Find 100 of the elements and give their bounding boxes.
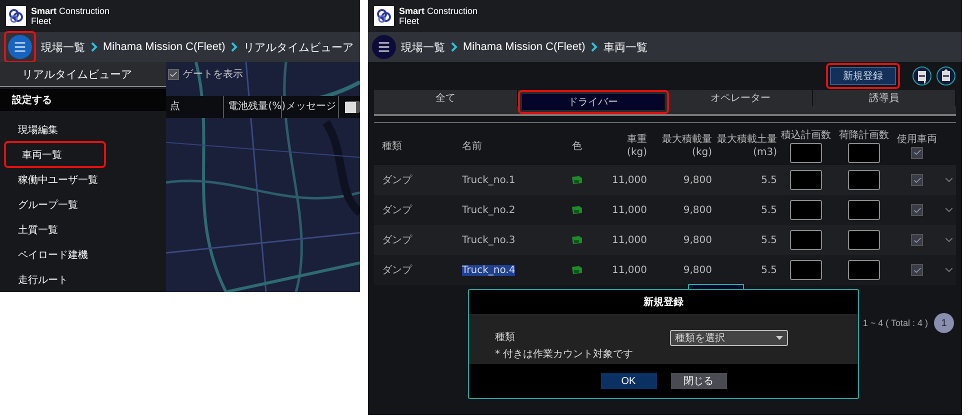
pagination-range: 1 ~ 4 ( Total : 4 ) [862,318,928,328]
column-header: 最大積載土量 [717,134,777,145]
table-cell: 9,800 [683,264,712,276]
table-cell: 9,800 [683,204,712,216]
plan-count-field[interactable] [790,230,822,250]
dialog-title: 新規登録 [642,295,684,310]
field-label: 種類 [495,330,516,344]
plan-count-field[interactable] [848,200,880,220]
plan-count-field[interactable] [848,260,880,280]
check-icon [912,176,922,184]
table-cell-text: ダンプ [382,174,412,187]
table-cell: 5.5 [761,204,777,216]
table-cell: 11,000 [612,204,647,216]
field-note: * 付きは作業カウント対象です [495,348,634,361]
column-header: 荷降計画数 [839,130,889,140]
dropdown-caret-icon [776,336,783,340]
brand-subtitle: Fleet [31,16,52,26]
breadcrumb-link[interactable]: Mihama Mission C(Fleet) [103,41,226,53]
check-icon [912,148,922,157]
plan-count-field[interactable] [848,170,880,190]
check-icon [912,206,922,214]
table-cell: 11,000 [612,174,647,186]
table-cell: Truck_no.2 [462,204,516,216]
table-cell: 9,800 [683,234,712,246]
menu-icon [13,40,27,54]
toggle-switch[interactable] [344,101,360,113]
table-cell: 11,000 [612,264,647,276]
plan-count-field[interactable] [790,142,822,162]
column-header: 最大積載量 [662,134,712,145]
column-header: 積込計画数 [781,130,831,140]
check-icon [912,266,922,274]
table-cell: 5.5 [761,174,777,186]
menu-item[interactable]: ペイロード建機 [4,245,106,264]
menu-item[interactable]: 現場編集 [4,120,106,139]
new-registration-button[interactable]: 新規登録 [830,67,896,85]
in-use-checkbox[interactable] [911,174,923,186]
in-use-checkbox[interactable] [911,234,923,246]
breadcrumb-link[interactable]: 現場一覧 [401,40,445,54]
select-all-checkbox[interactable] [911,146,923,158]
column-header: 名前 [462,140,482,152]
plan-count-field[interactable] [848,142,880,162]
table-cell: 11,000 [612,234,647,246]
column-header: 車重 [627,134,647,145]
brand-subtitle: Fleet [399,16,420,26]
close-button[interactable]: 閉じる [670,373,726,389]
column-header: 使用車両 [897,134,937,144]
table-cell-text: ダンプ [382,204,412,217]
page-button[interactable]: 1 [934,313,954,333]
table-cell: 5.5 [761,234,777,246]
tab[interactable]: ドライバー [522,94,665,110]
menu-item[interactable]: 走行ルート [4,270,106,289]
column-unit: (m3) [753,147,777,158]
table-cell: Truck_no.3 [462,234,516,246]
truck-icon [571,174,583,186]
menu-item[interactable]: 稼働中ユーザ一覧 [4,170,106,189]
breadcrumb-link[interactable]: Mihama Mission C(Fleet) [463,41,586,53]
chevron-right-icon [90,42,98,52]
menu-button[interactable] [372,35,396,59]
menu-icon [377,40,391,54]
logo-icon [374,6,394,26]
file-icon[interactable] [912,66,932,86]
menu-item[interactable]: 車両一覧 [8,145,102,164]
check-icon [169,70,178,78]
column-header: 種類 [382,140,402,152]
brand-name: Smart Construction [399,6,478,16]
logo-icon [6,6,26,26]
plan-count-field[interactable] [848,230,880,250]
in-use-checkbox[interactable] [911,264,923,276]
column-unit: (kg) [692,147,712,158]
menu-item[interactable]: グループ一覧 [4,195,106,214]
breadcrumb-link[interactable]: 現場一覧 [41,40,85,54]
chevron-right-icon [230,42,238,52]
type-select[interactable]: 種類を選択 [670,330,788,346]
file-icon[interactable] [936,66,956,86]
truck-icon [571,264,583,276]
truck-icon [571,204,583,216]
menu-section-title: 設定する [0,89,166,111]
plan-count-field[interactable] [790,170,822,190]
brand-name: Smart Construction [31,6,110,16]
menu-item[interactable]: 土質一覧 [4,220,106,239]
table-cell: Truck_no.4 [462,264,516,276]
table-cell-text: ダンプ [382,264,412,277]
plan-count-field[interactable] [790,260,822,280]
chevron-right-icon [450,42,458,52]
gate-checkbox[interactable] [168,68,179,80]
table-cell: 9,800 [683,174,712,186]
in-use-checkbox[interactable] [911,204,923,216]
check-icon [912,236,922,244]
table-cell: 5.5 [761,264,777,276]
chevron-right-icon [590,42,598,52]
tab[interactable]: 誘導員 [812,90,956,106]
column-unit: (kg) [627,147,647,158]
plan-count-field[interactable] [790,200,822,220]
column-header: 色 [572,140,582,152]
table-cell-text: ダンプ [382,234,412,247]
table-cell: Truck_no.1 [462,174,516,186]
ok-button[interactable]: OK [600,373,656,389]
column-header: 電池残量(%) [224,96,282,118]
gate-label: ゲートを表示 [183,68,243,81]
menu-item[interactable]: リアルタイムビューア [0,62,166,87]
